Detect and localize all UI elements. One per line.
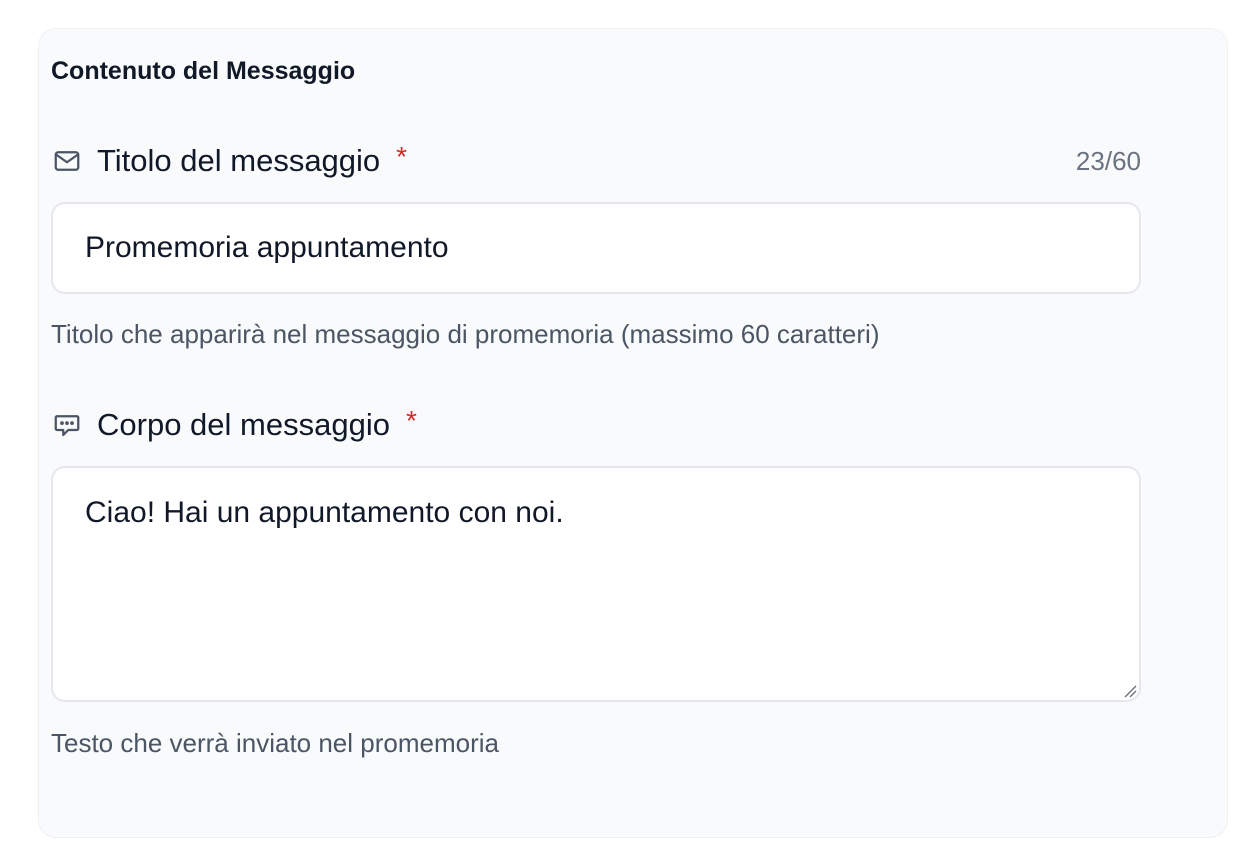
mail-icon — [51, 145, 83, 177]
message-body-field: Ciao! Hai un appuntamento con noi. — [51, 466, 1141, 702]
body-help-text: Testo che verrà inviato nel promemoria — [51, 728, 499, 758]
message-title-input[interactable] — [51, 202, 1141, 294]
message-body-textarea[interactable]: Ciao! Hai un appuntamento con noi. — [51, 466, 1141, 702]
required-indicator: * — [405, 405, 417, 436]
body-field-label: Corpo del messaggio — [97, 407, 390, 442]
resize-handle-icon[interactable] — [1123, 684, 1137, 698]
required-indicator: * — [396, 141, 408, 172]
title-field-label: Titolo del messaggio — [97, 143, 381, 178]
character-counter: 23/60 — [1075, 146, 1141, 176]
chat-bubble-icon — [51, 409, 83, 441]
body-field-label-row: Corpo del messaggio * — [51, 405, 1141, 445]
section-title: Contenuto del Messaggio — [51, 57, 356, 85]
title-field-label-row: Titolo del messaggio * 23/60 — [51, 141, 1141, 181]
title-help-text: Titolo che apparirà nel messaggio di pro… — [51, 319, 880, 349]
